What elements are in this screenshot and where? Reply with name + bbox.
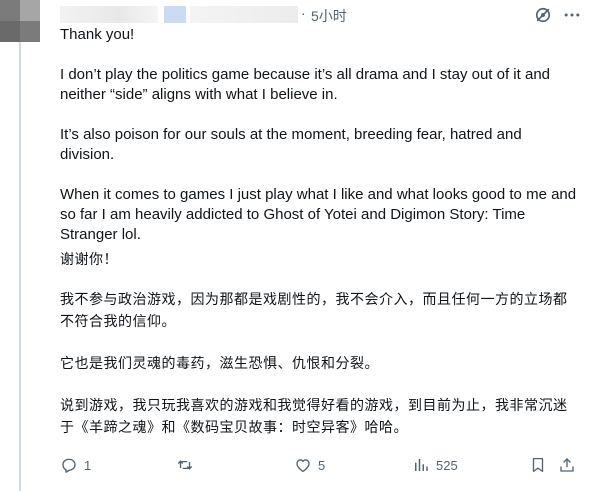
avatar-pixel-dark (0, 21, 20, 42)
like-button[interactable]: 5 (294, 455, 325, 475)
blurred-verified-badge (164, 6, 186, 23)
post-timestamp[interactable]: 5小时 (311, 6, 347, 26)
views-icon (415, 459, 428, 471)
avatar[interactable] (0, 0, 40, 42)
blurred-display-name[interactable] (60, 6, 158, 23)
reply-count: 1 (84, 457, 92, 473)
repost-icon (177, 460, 193, 470)
grok-icon[interactable] (533, 5, 553, 25)
like-count: 5 (318, 457, 326, 473)
post-paragraph: When it comes to games I just play what … (60, 186, 577, 243)
header-separator: · (301, 5, 306, 21)
more-horizontal-icon[interactable] (562, 5, 582, 25)
post-body: Thank you! I don’t play the politics gam… (60, 25, 580, 459)
thread-line (19, 42, 21, 491)
translation-paragraph: 谢谢你！ (60, 252, 118, 268)
blurred-handle[interactable] (190, 6, 298, 23)
bookmark-icon (532, 457, 544, 473)
repost-button[interactable] (176, 455, 200, 475)
translation-paragraph: 说到游戏，我只玩我喜欢的游戏和我觉得好看的游戏，到目前为止，我非常沉迷于《羊蹄之… (60, 398, 568, 436)
avatar-pixel-light (20, 0, 40, 21)
translation-paragraph: 我不参与政治游戏，因为那都是戏剧性的，我不会介入，而且任何一方的立场都不符合我的… (60, 292, 568, 330)
post-paragraph: I don’t play the politics game because i… (60, 66, 551, 103)
share-button[interactable] (558, 455, 576, 475)
bookmark-button[interactable] (529, 455, 547, 475)
post-paragraph: Thank you! (60, 26, 135, 43)
share-icon (560, 458, 574, 472)
translation-paragraph: 它也是我们灵魂的毒药，滋生恐惧、仇恨和分裂。 (60, 356, 379, 372)
action-bar: 1 5 525 (60, 455, 580, 475)
like-icon (296, 459, 310, 473)
post-paragraph: It’s also poison for our souls at the mo… (60, 126, 522, 163)
reply-button[interactable]: 1 (60, 455, 91, 475)
views-button[interactable]: 525 (412, 455, 458, 475)
views-count: 525 (436, 457, 458, 473)
reply-icon (62, 458, 76, 473)
